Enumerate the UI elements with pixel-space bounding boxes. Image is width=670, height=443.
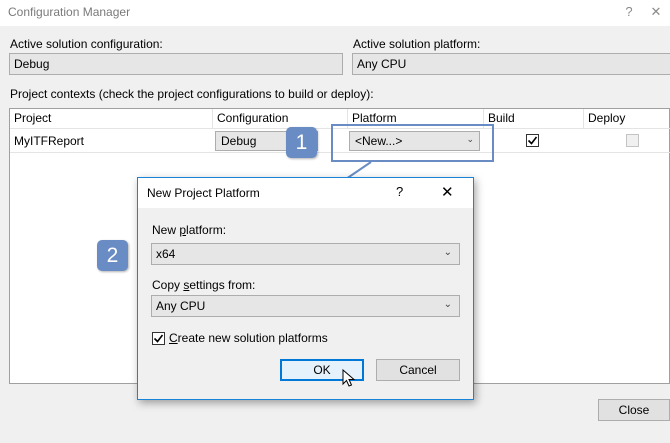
checkmark-icon [153,334,164,343]
dialog-help-button[interactable]: ? [396,184,403,199]
create-solution-platforms-label: Create new solution platforms [169,331,328,345]
new-platform-label: New platform: [152,223,227,237]
step-1-badge: 1 [286,127,317,158]
create-solution-platforms-checkbox[interactable] [152,332,165,345]
dialog-title: New Project Platform [147,186,260,200]
copy-settings-label: Copy settings from: [152,278,256,292]
dialog-close-button[interactable]: ✕ [441,183,454,201]
copy-settings-value: Any CPU [156,299,206,313]
chevron-down-icon: ⌄ [443,247,452,258]
step-2-badge: 2 [97,240,128,271]
new-platform-value: x64 [156,247,176,261]
mouse-cursor-icon [342,369,356,387]
new-platform-dropdown[interactable]: x64 ⌄ [151,243,460,265]
chevron-down-icon: ⌄ [443,299,452,310]
cancel-button[interactable]: Cancel [376,359,460,381]
dialog-title-bar: New Project Platform ? ✕ [138,178,473,208]
copy-settings-dropdown[interactable]: Any CPU ⌄ [151,295,460,317]
new-project-platform-dialog: New Project Platform ? ✕ New platform: x… [137,177,474,400]
